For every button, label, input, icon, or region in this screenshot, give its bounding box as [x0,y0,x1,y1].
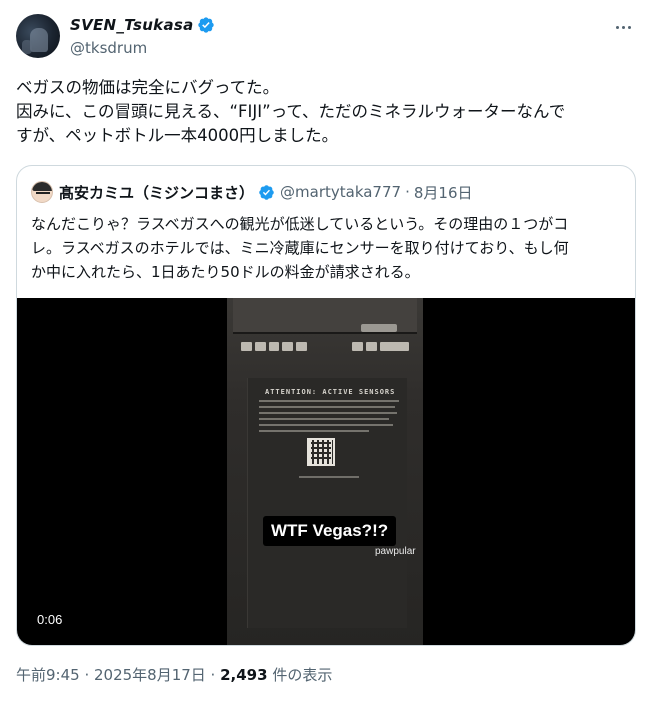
tweet: SVEN_Tsukasa @tksdrum ベガスの物価は完全にバグってた。 因… [0,0,652,701]
quoted-tweet-text: なんだこりゃ？ラスベガスへの観光が低迷しているという。その理由の１つがコ レ。ラ… [31,212,625,284]
tweet-text-line: 因みに、この冒頭に見える、“FIJI”って、ただのミネラルウォーターなんで [16,102,566,121]
tweet-header: SVEN_Tsukasa @tksdrum [16,12,636,60]
quoted-tweet-header: 髙安カミユ（ミジンコまさ） @martytaka777 · 8月16日 [31,181,473,203]
video-duration: 0:06 [37,612,63,627]
quoted-text-line: か中に入れたら、1日あたり50ドルの料金が請求される。 [31,263,420,281]
video-watermark: pawpular [375,546,416,557]
minibar-top [233,298,417,334]
sensor-sign-text [259,400,401,436]
quoted-tweet-date[interactable]: 8月16日 [414,182,473,203]
quoted-author-display-name: 髙安カミユ（ミジンコまさ） [59,183,255,202]
avatar-figure-small [22,40,32,54]
author-avatar[interactable] [16,14,60,58]
tweet-meta: 午前9:45 · 2025年8月17日 · 2,493 件の表示 [16,664,332,685]
tweet-text-line: ベガスの物価は完全にバグってた。 [16,78,280,97]
minibar-keypad [241,342,410,352]
verified-badge-icon [259,184,274,200]
quoted-text-line: なんだこりゃ？ラスベガスへの観光が低迷しているという。その理由の１つがコ [31,215,569,233]
separator-dot: · [405,183,410,201]
sensor-sign-title: ATTENTION: ACTIVE SENSORS [265,388,396,396]
quoted-tweet-card[interactable]: 髙安カミユ（ミジンコまさ） @martytaka777 · 8月16日 なんだこ… [16,165,636,646]
tweet-timestamp[interactable]: 午前9:45 · 2025年8月17日 · [16,666,220,684]
quoted-text-line: レ。ラスベガスのホテルでは、ミニ冷蔵庫にセンサーを取り付けており、もし何 [31,239,569,257]
more-options-button[interactable] [612,16,634,38]
verified-badge-icon [197,17,214,33]
avatar-figure [30,28,48,52]
author-display-name[interactable]: SVEN_Tsukasa [70,16,194,34]
qr-code-icon [307,438,335,466]
author-handle[interactable]: @tksdrum [70,39,147,57]
author-name-row: SVEN_Tsukasa [70,16,215,34]
tweet-text: ベガスの物価は完全にバグってた。 因みに、この冒頭に見える、“FIJI”って、た… [16,76,640,148]
video-player[interactable]: ATTENTION: ACTIVE SENSORS WTF Vegas?!? p… [17,298,635,645]
views-label: 件の表示 [267,666,333,684]
video-frame-minibar: ATTENTION: ACTIVE SENSORS [227,298,423,645]
tweet-text-line: すが、ペットボトル一本4000円しました。 [16,126,339,145]
quoted-author-avatar[interactable] [31,181,53,203]
views-count[interactable]: 2,493 [220,666,267,684]
more-horizontal-icon [615,25,619,29]
quoted-author-handle: @martytaka777 [280,183,402,201]
video-caption: WTF Vegas?!? [263,516,397,546]
